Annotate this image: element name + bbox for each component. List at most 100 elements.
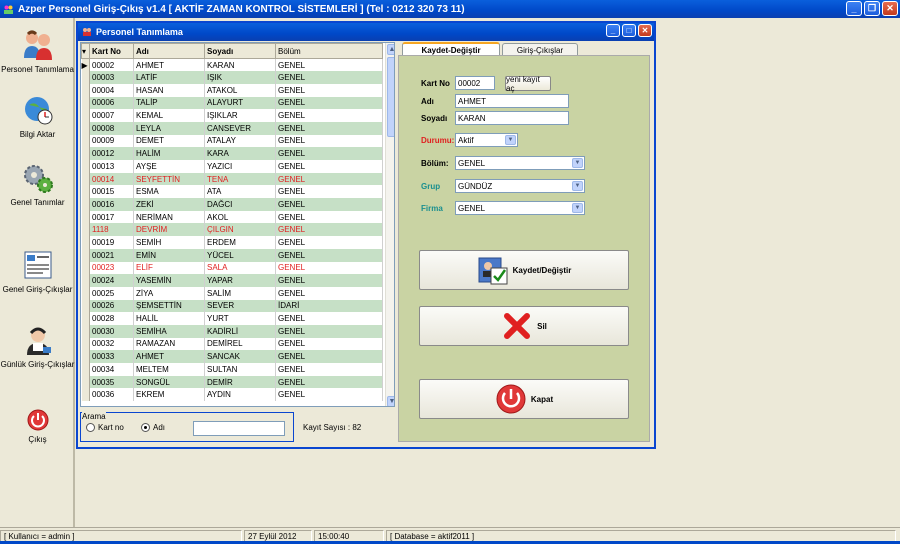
nav-gunluk-giris-cikislar[interactable]: Günlük Giriş-Çıkışlar [0,323,75,369]
adi-label: Adı [421,97,434,106]
row-indicator[interactable] [81,147,90,160]
kart-no-field[interactable]: 00002 [455,76,495,90]
firma-select[interactable]: GENEL ▼ [455,201,585,215]
durumu-select[interactable]: Aktif ▼ [455,133,518,147]
radio-adi[interactable] [141,423,150,432]
table-row[interactable]: 00004 HASAN ATAKOL GENEL [81,83,383,97]
table-row[interactable]: 00025 ZİYA SALİM GENEL [81,286,383,300]
table-row[interactable]: 00028 HALİL YURT GENEL [81,312,383,325]
row-indicator[interactable] [81,223,90,237]
row-indicator[interactable] [81,109,90,122]
nav-genel-giris-cikislar[interactable]: Genel Giriş-Çıkışlar [0,248,75,294]
table-cell: 00009 [89,134,134,148]
table-row[interactable]: 00003 LATİF IŞIK GENEL [81,71,383,84]
table-row[interactable]: 00015 ESMA ATA GENEL [81,185,383,199]
table-row[interactable]: 00023 ELİF SALA GENEL [81,261,383,275]
radio-kart-no[interactable] [86,423,95,432]
scroll-thumb[interactable] [387,57,394,137]
table-row[interactable]: 00006 TALİP ALAYURT GENEL [81,96,383,110]
scroll-down-arrow[interactable]: ▼ [387,396,394,406]
row-indicator[interactable] [81,210,90,224]
delete-button[interactable]: Sil [419,306,629,346]
col-soyadi[interactable]: Soyadı [204,43,276,59]
table-row[interactable]: 00035 SONGÜL DEMİR GENEL [81,375,383,389]
table-row[interactable]: 00026 ŞEMSETTİN SEVER İDARİ [81,299,383,313]
col-adi[interactable]: Adı [133,43,205,59]
scroll-up-arrow[interactable]: ▲ [387,44,394,55]
row-indicator[interactable] [81,363,90,376]
grup-select[interactable]: GÜNDÜZ ▼ [455,179,585,193]
close-button[interactable]: ✕ [882,1,898,16]
bolum-select[interactable]: GENEL ▼ [455,156,585,170]
window-titlebar[interactable]: Personel Tanımlama _ □ ✕ [78,23,654,41]
row-indicator[interactable] [81,261,90,275]
row-indicator[interactable] [81,236,90,249]
row-indicator[interactable] [81,71,90,84]
table-row[interactable]: 00021 EMİN YÜCEL GENEL [81,248,383,262]
table-row[interactable]: 00014 SEYFETTİN TENA GENEL [81,172,383,186]
table-row[interactable]: 1118 DEVRİM ÇILGIN GENEL [81,223,383,237]
row-indicator[interactable] [81,337,90,351]
table-cell: DEMİR [204,375,276,389]
table-row[interactable]: 00019 SEMİH ERDEM GENEL [81,236,383,249]
personel-grid[interactable]: ▾ Kart No Adı Soyadı Bölüm ▶ 00002 AHMET KA… [80,42,395,407]
row-indicator[interactable] [81,134,90,148]
table-row[interactable]: 00013 AYŞE YAZICI GENEL [81,160,383,173]
table-row[interactable]: 00007 KEMAL IŞIKLAR GENEL [81,109,383,122]
row-indicator[interactable] [81,198,90,211]
table-row[interactable]: 00017 NERİMAN AKOL GENEL [81,210,383,224]
new-record-button[interactable]: yeni kayıt aç [505,75,551,93]
table-row[interactable]: 00016 ZEKİ DAĞCI GENEL [81,198,383,211]
table-row[interactable]: 00036 EKREM AYDIN GENEL [81,388,383,402]
app-titlebar[interactable]: Azper Personel Giriş-Çıkış v1.4 [ AKTİF … [0,0,900,18]
table-cell: 00004 [89,83,134,97]
close-window-button[interactable]: Kapat [419,379,629,419]
row-indicator[interactable] [81,160,90,173]
table-row[interactable]: 00009 DEMET ATALAY GENEL [81,134,383,148]
row-indicator[interactable] [81,172,90,186]
row-indicator[interactable] [81,185,90,199]
sort-indicator[interactable]: ▾ [81,43,90,59]
table-row[interactable]: 00033 AHMET SANCAK GENEL [81,350,383,363]
row-indicator[interactable] [81,286,90,300]
table-row[interactable]: 00024 YASEMİN YAPAR GENEL [81,274,383,287]
tab-kaydet-degistir[interactable]: Kaydet-Değiştir [402,42,500,56]
nav-cikis[interactable]: Çıkış [0,408,75,444]
table-cell: YASEMİN [133,274,205,287]
table-row[interactable]: ▶ 00002 AHMET KARAN GENEL [81,58,383,72]
row-indicator[interactable] [81,96,90,110]
soyadi-field[interactable]: KARAN [455,111,569,125]
window-maximize-button[interactable]: □ [622,24,636,37]
row-indicator[interactable] [81,299,90,313]
row-indicator[interactable] [81,324,90,338]
row-indicator[interactable] [81,350,90,363]
maximize-button[interactable]: ❐ [864,1,880,16]
row-indicator[interactable] [81,274,90,287]
row-indicator[interactable] [81,312,90,325]
row-indicator[interactable] [81,388,90,402]
adi-field[interactable]: AHMET [455,94,569,108]
window-close-button[interactable]: ✕ [638,24,652,37]
table-row[interactable]: 00008 LEYLA CANSEVER GENEL [81,121,383,135]
table-row[interactable]: 00012 HALİM KARA GENEL [81,147,383,160]
col-kart-no[interactable]: Kart No [89,43,134,59]
search-input[interactable] [193,421,285,436]
table-cell: GENEL [275,274,383,287]
nav-genel-tanimlar[interactable]: Genel Tanımlar [0,161,75,207]
row-indicator[interactable] [81,83,90,97]
nav-personel-tanimlama[interactable]: Personel Tanımlama [0,28,75,74]
row-indicator[interactable] [81,121,90,135]
row-indicator[interactable] [81,375,90,389]
window-minimize-button[interactable]: _ [606,24,620,37]
table-row[interactable]: 00032 RAMAZAN DEMİREL GENEL [81,337,383,351]
row-indicator[interactable] [81,248,90,262]
nav-bilgi-aktar[interactable]: Bilgi Aktar [0,93,75,139]
col-bolum[interactable]: Bölüm [275,43,383,59]
row-indicator[interactable]: ▶ [81,58,90,72]
bolum-label: Bölüm: [421,159,449,168]
save-button[interactable]: Kaydet/Değiştir [419,250,629,290]
table-row[interactable]: 00030 SEMİHA KADİRLİ GENEL [81,324,383,338]
minimize-button[interactable]: _ [846,1,862,16]
grid-vertical-scrollbar[interactable]: ▲ ▼ [385,43,394,406]
table-row[interactable]: 00034 MELTEM SULTAN GENEL [81,363,383,376]
